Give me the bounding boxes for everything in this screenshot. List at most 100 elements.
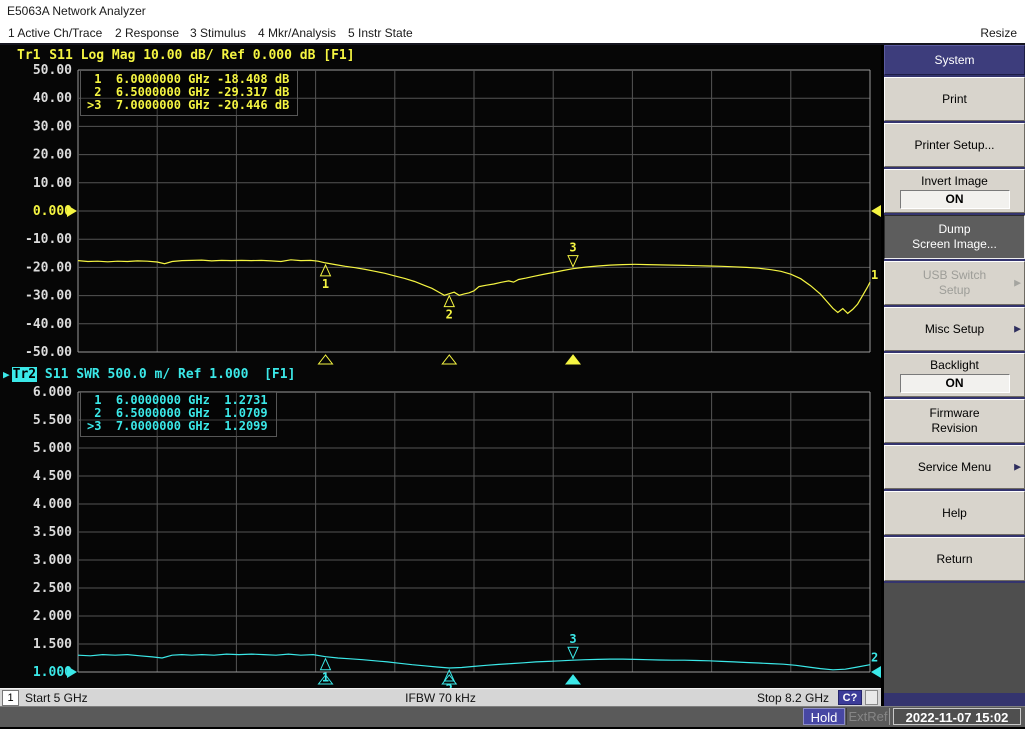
channel-status-bar: 1 Start 5 GHz IFBW 70 kHz Stop 8.2 GHz C… bbox=[0, 688, 881, 706]
y-axis-tick-label: 2.500 bbox=[33, 581, 72, 596]
trace-name-chip: Tr2 bbox=[12, 367, 37, 382]
menu-item-stimulus[interactable]: 3 Stimulus bbox=[190, 26, 246, 40]
sweep-start-label: Start 5 GHz bbox=[25, 691, 88, 705]
marker-table-tr2: 1 6.0000000 GHz 1.2731 2 6.5000000 GHz 1… bbox=[80, 391, 277, 437]
marker-row-3: >3 7.0000000 GHz 1.2099 bbox=[87, 420, 268, 433]
extref-indicator: ExtRef bbox=[846, 708, 890, 725]
y-axis-tick-label: 1.500 bbox=[33, 637, 72, 652]
y-axis-tick-label: 5.000 bbox=[33, 441, 72, 456]
softkey-toggle-state: ON bbox=[900, 374, 1010, 393]
menu-item-response[interactable]: 2 Response bbox=[115, 26, 179, 40]
trace-end-number: 2 bbox=[871, 651, 878, 665]
menu-item-instr-state[interactable]: 5 Instr State bbox=[348, 26, 413, 40]
y-axis-tick-label: 3.000 bbox=[33, 553, 72, 568]
softkey-label: Dump bbox=[938, 222, 970, 237]
softkey-label: Return bbox=[936, 552, 972, 567]
softkey-label-line2: Screen Image... bbox=[912, 237, 997, 252]
softkey-label: Print bbox=[942, 92, 967, 107]
y-axis-tick-label: 4.000 bbox=[33, 497, 72, 512]
softkey-backlight[interactable]: BacklightON bbox=[884, 353, 1025, 397]
instrument-screen: { "window": { "title": "E5063A Network A… bbox=[0, 0, 1025, 729]
trace-header-tr1[interactable]: Tr1 S11 Log Mag 10.00 dB/ Ref 0.000 dB [… bbox=[16, 48, 355, 63]
sidebar-filler bbox=[884, 583, 1025, 693]
softkey-system: System bbox=[884, 45, 1025, 75]
softkey-label: Help bbox=[942, 506, 967, 521]
menu-item-active-ch-trace[interactable]: 1 Active Ch/Trace bbox=[8, 26, 102, 40]
softkey-sidebar: SystemPrintPrinter Setup...Invert ImageO… bbox=[881, 45, 1025, 706]
ifbw-label: IFBW 70 kHz bbox=[405, 691, 476, 705]
softkey-service-menu[interactable]: Service Menu ▶ bbox=[884, 445, 1025, 489]
resize-button[interactable]: Resize bbox=[980, 26, 1017, 40]
marker-axis-indicator-1 bbox=[319, 355, 333, 364]
y-axis-tick-label: 10.00 bbox=[33, 176, 72, 191]
marker-number-label: 3 bbox=[569, 632, 576, 646]
measurement-display: 50.0040.0030.0020.0010.000.000-10.00-20.… bbox=[0, 45, 881, 688]
menu-bar: Resize 1 Active Ch/Trace 2 Response 3 Stim… bbox=[0, 22, 1025, 45]
trace-name-chip: Tr1 bbox=[16, 48, 41, 63]
softkey-help[interactable]: Help bbox=[884, 491, 1025, 535]
y-axis-tick-label: 20.00 bbox=[33, 148, 72, 163]
softkey-print[interactable]: Print bbox=[884, 77, 1025, 121]
softkey-printer-setup[interactable]: Printer Setup... bbox=[884, 123, 1025, 167]
softkey-label: Firmware bbox=[930, 406, 980, 421]
marker-axis-indicator-3 bbox=[566, 675, 580, 684]
y-axis-tick-label: 40.00 bbox=[33, 91, 72, 106]
softkey-label: Service Menu bbox=[918, 460, 991, 475]
trace-format-text: S11 Log Mag 10.00 dB/ Ref 0.000 dB [F1] bbox=[41, 48, 354, 63]
trace-format-text: S11 SWR 500.0 m/ Ref 1.000 [F1] bbox=[37, 367, 295, 382]
y-axis-tick-label: -10.00 bbox=[25, 232, 72, 247]
softkey-label: System bbox=[934, 53, 974, 68]
softkey-label: Invert Image bbox=[921, 174, 988, 189]
active-trace-arrow-icon: ▶ bbox=[3, 368, 10, 381]
softkey-firmware-revision[interactable]: FirmwareRevision bbox=[884, 399, 1025, 443]
ref-level-arrow-right bbox=[871, 205, 881, 217]
marker-axis-indicator-3 bbox=[566, 355, 580, 364]
softkey-label-line2: Setup bbox=[939, 283, 970, 298]
y-axis-tick-label: 1.000 bbox=[33, 665, 72, 680]
y-axis-tick-label: -50.00 bbox=[25, 345, 72, 360]
marker-number-label: 1 bbox=[322, 277, 329, 291]
softkey-invert-image[interactable]: Invert ImageON bbox=[884, 169, 1025, 213]
softkey-misc-setup[interactable]: Misc Setup▶ bbox=[884, 307, 1025, 351]
softkey-label: Backlight bbox=[930, 358, 979, 373]
softkey-toggle-state: ON bbox=[900, 190, 1010, 209]
trigger-hold-badge: Hold bbox=[803, 708, 845, 725]
menu-item-mkr-analysis[interactable]: 4 Mkr/Analysis bbox=[258, 26, 336, 40]
softkey-label-line2: Revision bbox=[931, 421, 977, 436]
trace-header-tr2[interactable]: ▶Tr2 S11 SWR 500.0 m/ Ref 1.000 [F1] bbox=[3, 367, 295, 382]
calibration-status-badge: C? bbox=[838, 690, 862, 705]
submenu-arrow-icon: ▶ bbox=[1014, 276, 1021, 291]
y-axis-tick-label: 50.00 bbox=[33, 63, 72, 78]
y-axis-tick-label: -20.00 bbox=[25, 260, 72, 275]
datetime-display: 2022-11-07 15:02 bbox=[893, 708, 1021, 725]
softkey-label: Printer Setup... bbox=[914, 138, 994, 153]
marker-number-label: 3 bbox=[569, 241, 576, 255]
marker-table-tr1: 1 6.0000000 GHz -18.408 dB 2 6.5000000 G… bbox=[80, 70, 298, 116]
submenu-arrow-icon: ▶ bbox=[1014, 460, 1021, 475]
marker-glyph-1[interactable] bbox=[321, 659, 331, 670]
ref-level-arrow-left bbox=[67, 666, 77, 678]
trace-end-number: 1 bbox=[871, 268, 878, 282]
softkey-usb-switch-setup[interactable]: USB SwitchSetup ▶ bbox=[884, 261, 1025, 305]
ref-level-arrow-left bbox=[67, 205, 77, 217]
y-axis-tick-label: 5.500 bbox=[33, 413, 72, 428]
channel-number-badge: 1 bbox=[2, 690, 19, 706]
marker-glyph-3[interactable] bbox=[568, 256, 578, 267]
softkey-dump-screen-image[interactable]: DumpScreen Image... bbox=[884, 215, 1025, 259]
marker-axis-indicator-2 bbox=[442, 355, 456, 364]
y-axis-tick-label: -40.00 bbox=[25, 317, 72, 332]
submenu-arrow-icon: ▶ bbox=[1014, 322, 1021, 337]
status-empty-box bbox=[865, 690, 878, 705]
softkey-label: USB Switch bbox=[923, 268, 986, 283]
y-axis-tick-label: 30.00 bbox=[33, 119, 72, 134]
y-axis-tick-label: 2.000 bbox=[33, 609, 72, 624]
softkey-return[interactable]: Return bbox=[884, 537, 1025, 581]
window-title: E5063A Network Analyzer bbox=[7, 4, 146, 18]
marker-glyph-1[interactable] bbox=[321, 265, 331, 276]
marker-glyph-3[interactable] bbox=[568, 647, 578, 658]
instrument-status-bar: Hold ExtRef 2022-11-07 15:02 bbox=[0, 706, 1025, 727]
y-axis-tick-label: 3.500 bbox=[33, 525, 72, 540]
ref-level-arrow-right bbox=[871, 666, 881, 678]
marker-number-label: 2 bbox=[446, 308, 453, 322]
marker-glyph-2[interactable] bbox=[444, 296, 454, 307]
